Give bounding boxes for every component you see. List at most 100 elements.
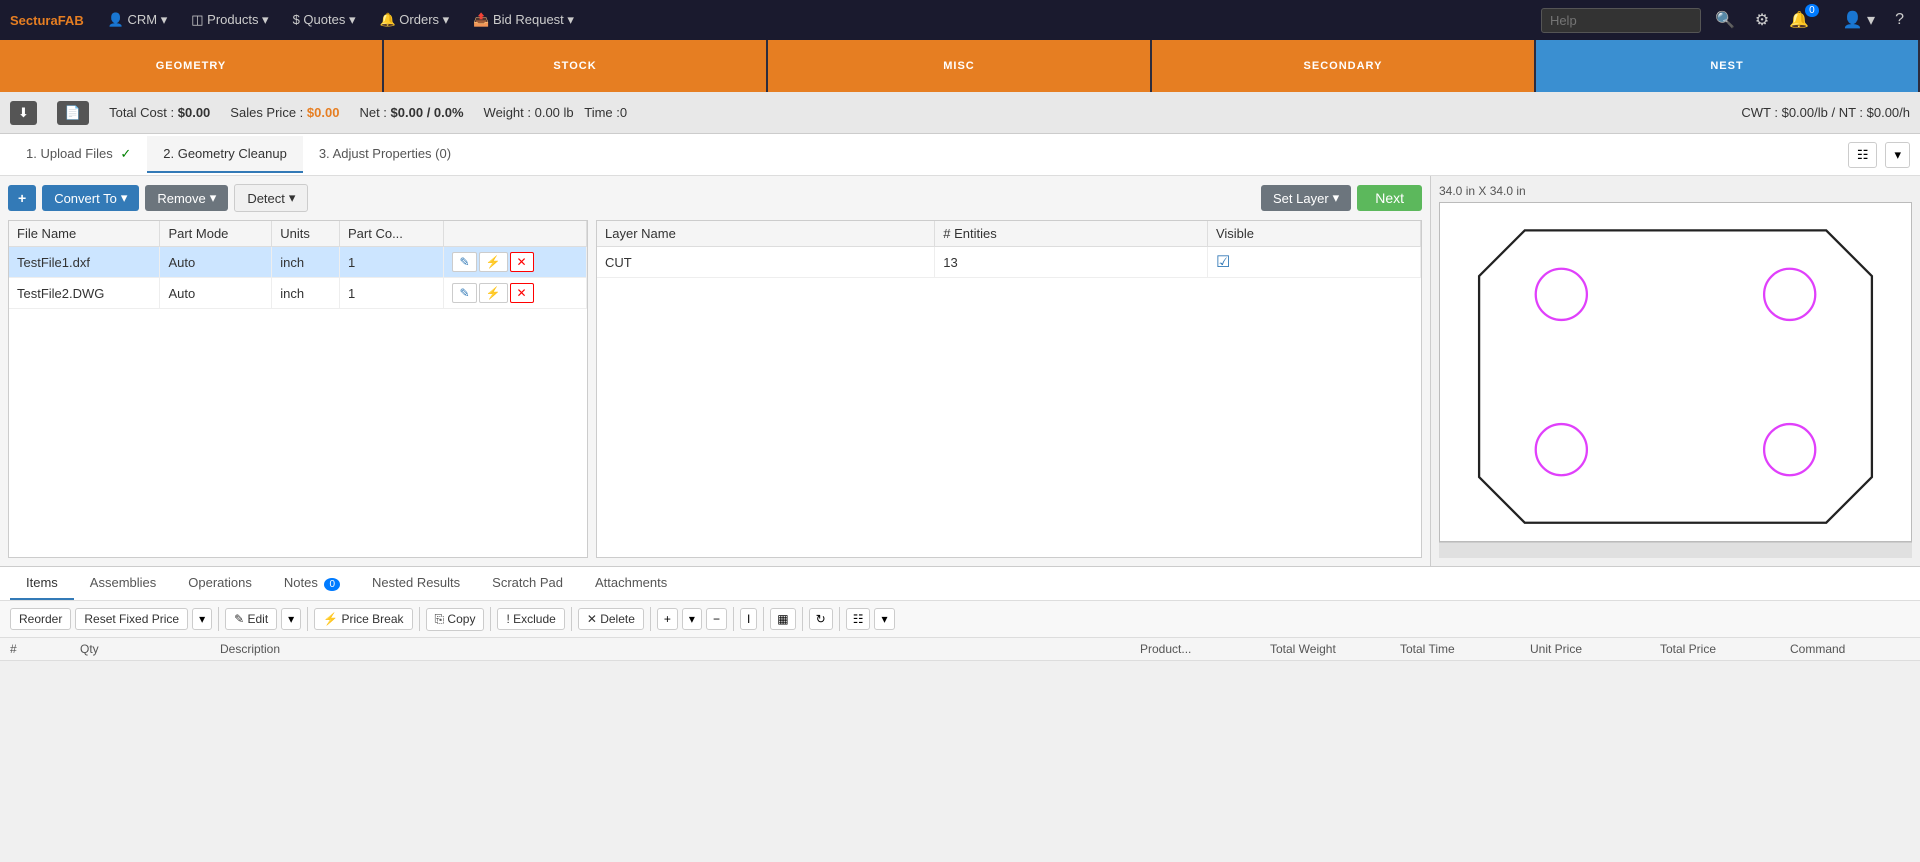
tab-assemblies[interactable]: Assemblies <box>74 567 172 600</box>
set-layer-button[interactable]: Set Layer ▾ <box>1261 185 1351 211</box>
col-file-name: File Name <box>9 221 160 247</box>
flash-btn-2[interactable]: ⚡ <box>479 283 508 303</box>
grid-view-button[interactable]: ☷ <box>1848 142 1878 168</box>
user-icon[interactable]: 👤 ▾ <box>1837 6 1881 34</box>
tab-attachments[interactable]: Attachments <box>579 567 683 600</box>
right-toolbar-buttons: Set Layer ▾ Next <box>1261 185 1422 211</box>
reorder-button[interactable]: Reorder <box>10 608 71 630</box>
nav-crm[interactable]: 👤 CRM ▾ <box>98 0 178 40</box>
col-entities: # Entities <box>935 221 1208 247</box>
help-icon[interactable]: ? <box>1889 7 1910 33</box>
cwt-label: CWT : $0.00/lb / NT : $0.00/h <box>1741 105 1910 120</box>
tab-items-label: Items <box>26 575 58 590</box>
step-upload-files[interactable]: 1. Upload Files ✓ <box>10 136 147 174</box>
tab-operations-label: Operations <box>188 575 252 590</box>
search-icon[interactable]: 🔍 <box>1709 6 1741 34</box>
bottom-tabs: Items Assemblies Operations Notes 0 Nest… <box>0 567 1920 601</box>
edit-dropdown-button[interactable]: ▾ <box>281 608 301 630</box>
workflow-nest[interactable]: NEST <box>1536 40 1920 92</box>
step-adjust-properties[interactable]: 3. Adjust Properties (0) <box>303 136 467 173</box>
brand-logo[interactable]: SecturaFAB <box>10 12 84 29</box>
part-mode-2: Auto <box>160 278 272 309</box>
settings-icon[interactable]: ⚙ <box>1749 6 1775 34</box>
sales-price-label: Sales Price : <box>230 105 303 120</box>
add-dropdown-button[interactable]: ▾ <box>682 608 702 630</box>
download-button[interactable]: ⬇ <box>10 101 37 125</box>
grid-options-dropdown[interactable]: ▾ <box>874 608 894 630</box>
workflow-geometry-label: GEOMETRY <box>156 60 227 72</box>
tab-nested-results[interactable]: Nested Results <box>356 567 476 600</box>
document-button[interactable]: 📄 <box>57 101 89 125</box>
step-right-controls: ☷ ▾ <box>1848 142 1910 168</box>
weight-label: Weight : 0.00 lb <box>484 105 574 120</box>
col-total-weight: Total Weight <box>1270 642 1390 656</box>
edit-btn-2[interactable]: ✎ <box>452 283 476 303</box>
cwt-area: CWT : $0.00/lb / NT : $0.00/h <box>1741 105 1910 120</box>
workflow-geometry[interactable]: GEOMETRY <box>0 40 384 92</box>
nav-bid-request[interactable]: 📤 Bid Request ▾ <box>463 0 584 40</box>
net-label: Net : <box>359 105 386 120</box>
cost-bar: ⬇ 📄 Total Cost : $0.00 Sales Price : $0.… <box>0 92 1920 134</box>
add-row-button[interactable]: + <box>657 608 678 630</box>
workflow-stock[interactable]: STOCK <box>384 40 768 92</box>
col-command: Command <box>1790 642 1910 656</box>
refresh-button[interactable]: ↻ <box>809 608 833 630</box>
grid-options-button[interactable]: ▾ <box>1885 142 1910 168</box>
help-search-input[interactable] <box>1541 8 1701 33</box>
remove-button[interactable]: Remove ▾ <box>145 185 228 211</box>
price-break-button[interactable]: ⚡ Price Break <box>314 608 412 630</box>
tab-notes[interactable]: Notes 0 <box>268 567 356 600</box>
separator-3 <box>419 607 420 631</box>
height-button[interactable]: I <box>740 608 757 630</box>
workflow-misc[interactable]: MISC <box>768 40 1152 92</box>
preview-scrollbar[interactable] <box>1439 542 1912 558</box>
exclude-button[interactable]: ! Exclude <box>497 608 564 630</box>
nav-quotes[interactable]: $ Quotes ▾ <box>283 0 366 40</box>
filter-button[interactable]: ▦ <box>770 608 795 630</box>
reset-fixed-price-button[interactable]: Reset Fixed Price <box>75 608 188 630</box>
tab-items[interactable]: Items <box>10 567 74 600</box>
add-button[interactable]: + <box>8 185 36 211</box>
next-button[interactable]: Next <box>1357 185 1422 211</box>
notifications-icon[interactable]: 🔔0 <box>1783 6 1828 34</box>
total-cost-label: Total Cost : <box>109 105 174 120</box>
remove-row-button[interactable]: − <box>706 608 727 630</box>
preview-panel: 34.0 in X 34.0 in <box>1430 176 1920 566</box>
edit-button[interactable]: ✎ Edit <box>225 608 277 630</box>
edit-btn-1[interactable]: ✎ <box>452 252 476 272</box>
step-geometry-cleanup[interactable]: 2. Geometry Cleanup <box>147 136 303 173</box>
visible-checkbox-1[interactable]: ☑ <box>1216 254 1230 271</box>
flash-btn-1[interactable]: ⚡ <box>479 252 508 272</box>
layer-visible-1: ☑ <box>1207 247 1420 278</box>
remove-label: Remove <box>157 191 205 206</box>
file-table: File Name Part Mode Units Part Co... Tes… <box>8 220 588 558</box>
col-part-mode: Part Mode <box>160 221 272 247</box>
tables-area: File Name Part Mode Units Part Co... Tes… <box>8 220 1422 558</box>
preview-canvas <box>1439 202 1912 542</box>
delete-btn-1[interactable]: ✕ <box>510 252 534 272</box>
nav-products[interactable]: ◫ Products ▾ <box>181 0 278 40</box>
grid-columns-button[interactable]: ☷ <box>846 608 871 630</box>
file-row-1[interactable]: TestFile1.dxf Auto inch 1 ✎ ⚡ ✕ <box>9 247 587 278</box>
nav-orders[interactable]: 🔔 Orders ▾ <box>370 0 460 40</box>
layer-row-1[interactable]: CUT 13 ☑ <box>597 247 1421 278</box>
col-total-time: Total Time <box>1400 642 1520 656</box>
workflow-bar: GEOMETRY STOCK MISC SECONDARY NEST <box>0 40 1920 92</box>
time-label: Time :0 <box>584 105 627 120</box>
file-row-2[interactable]: TestFile2.DWG Auto inch 1 ✎ ⚡ ✕ <box>9 278 587 309</box>
copy-button[interactable]: ⎘ Copy <box>426 608 485 631</box>
detect-button[interactable]: Detect ▾ <box>234 184 308 212</box>
separator-1 <box>218 607 219 631</box>
workflow-secondary[interactable]: SECONDARY <box>1152 40 1536 92</box>
reset-dropdown-button[interactable]: ▾ <box>192 608 212 630</box>
tab-scratch-pad[interactable]: Scratch Pad <box>476 567 579 600</box>
col-actions <box>444 221 587 247</box>
part-count-1: 1 <box>340 247 444 278</box>
bottom-toolbar: Reorder Reset Fixed Price ▾ ✎ Edit ▾ ⚡ P… <box>0 601 1920 638</box>
tab-operations[interactable]: Operations <box>172 567 268 600</box>
delete-button[interactable]: ✕ Delete <box>578 608 644 630</box>
brand-name-part2: FAB <box>58 13 84 28</box>
separator-5 <box>571 607 572 631</box>
delete-btn-2[interactable]: ✕ <box>510 283 534 303</box>
convert-to-button[interactable]: Convert To ▾ <box>42 185 139 211</box>
